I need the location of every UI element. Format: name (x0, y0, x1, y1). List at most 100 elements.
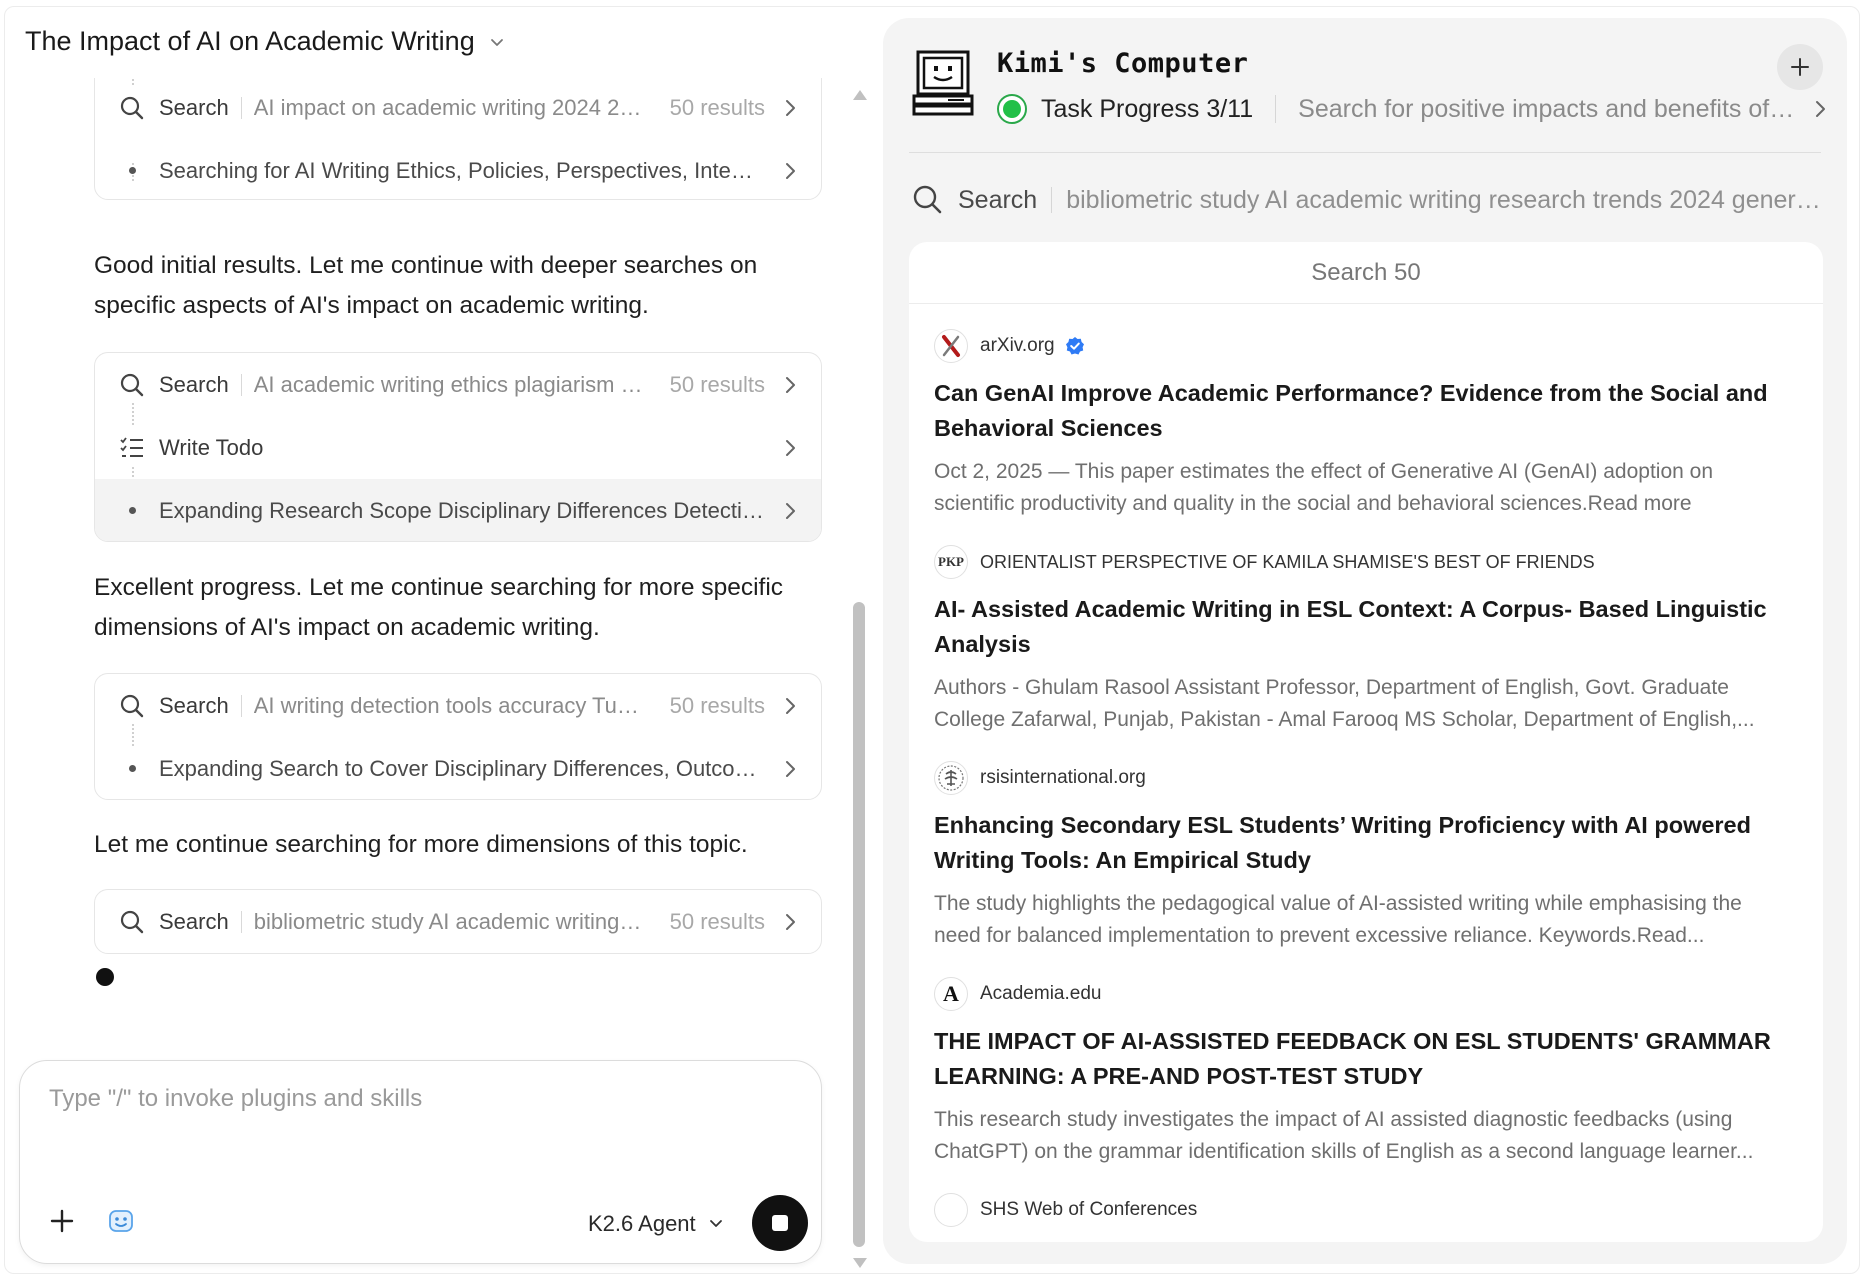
checklist-icon (117, 433, 147, 463)
assistant-message: Good initial results. Let me continue wi… (94, 252, 758, 319)
search-query: bibliometric study AI academic writing r… (253, 908, 646, 934)
search-label: Search (159, 908, 229, 934)
verified-badge-icon (1065, 337, 1084, 355)
result-count: 50 results (669, 908, 765, 934)
search-query: AI impact on academic writing 2024 202..… (253, 94, 646, 120)
chevron-down-icon (490, 38, 503, 46)
conversation-title: The Impact of AI on Academic Writing (25, 26, 475, 56)
plus-icon[interactable] (48, 1207, 76, 1235)
search-result[interactable]: A Academia.edu THE IMPACT OF AI-ASSISTED… (934, 976, 1794, 1168)
plus-icon (1791, 58, 1809, 76)
search-icon (117, 93, 147, 123)
model-name: K2.6 Agent (588, 1211, 696, 1236)
search-call-row[interactable]: Search AI academic writing ethics plagia… (95, 353, 821, 416)
new-window-button[interactable] (1777, 44, 1823, 90)
search-result[interactable]: arXiv.org Can GenAI Improve Academic Per… (934, 328, 1794, 520)
result-source: SHS Web of Conferences (980, 1199, 1198, 1220)
model-selector[interactable]: K2.6 Agent (588, 1211, 724, 1237)
chevron-right-icon (786, 913, 795, 930)
result-count: 50 results (669, 371, 765, 397)
chevron-down-icon (709, 1220, 722, 1227)
search-label: Search (159, 371, 229, 397)
step-row[interactable]: Expanding Search to Cover Disciplinary D… (95, 737, 821, 799)
status-dot-icon (997, 94, 1027, 124)
scroll-down-arrow[interactable] (853, 1258, 867, 1268)
search-query: AI writing detection tools accuracy Turn… (253, 692, 646, 718)
thinking-indicator (96, 968, 114, 986)
search-icon (117, 907, 147, 937)
result-snippet: Oct 2, 2025 — This paper estimates the e… (934, 460, 1713, 515)
search-result[interactable]: SHS Web of Conferences (934, 1192, 1794, 1228)
result-title[interactable]: Enhancing Secondary ESL Students’ Writin… (934, 808, 1794, 878)
assistant-message: Excellent progress. Let me continue sear… (94, 574, 784, 641)
tool-call-card: Search AI academic writing ethics plagia… (94, 352, 822, 542)
result-count: 50 results (669, 94, 765, 120)
search-icon (913, 185, 942, 214)
result-title[interactable]: AI- Assisted Academic Writing in ESL Con… (934, 592, 1794, 662)
result-title[interactable]: Can GenAI Improve Academic Performance? … (934, 376, 1794, 446)
blank-favicon-icon (934, 1193, 968, 1227)
chevron-right-icon (786, 760, 795, 777)
task-progress-label: Task Progress 3/11 (1041, 94, 1254, 123)
pkp-icon: PKP (934, 545, 968, 579)
chevron-right-icon (786, 439, 795, 456)
search-label: Search (159, 94, 229, 120)
result-snippet: Authors - Ghulam Rasool Assistant Profes… (934, 676, 1755, 731)
result-source: rsisinternational.org (980, 767, 1146, 788)
retro-computer-icon (912, 50, 974, 116)
step-row[interactable]: Searching for AI Writing Ethics, Policie… (95, 139, 821, 199)
result-source: ORIENTALIST PERSPECTIVE OF KAMILA SHAMIS… (980, 551, 1595, 572)
result-count: 50 results (669, 692, 765, 718)
bullet-dot-icon (128, 167, 136, 174)
arxiv-icon (934, 329, 968, 363)
panel-title: Kimi's Computer (997, 48, 1249, 79)
chat-scroll-area[interactable]: Search AI impact on academic writing 202… (0, 78, 850, 1058)
divider (240, 694, 242, 717)
write-todo-row[interactable]: Write Todo (95, 416, 821, 479)
divider (240, 96, 242, 119)
rsis-emblem-icon (934, 761, 968, 795)
search-label: Search (958, 185, 1038, 214)
step-description: Expanding Research Scope Disciplinary Di… (159, 497, 765, 523)
search-result[interactable]: PKP ORIENTALIST PERSPECTIVE OF KAMILA SH… (934, 544, 1794, 736)
step-row[interactable]: Expanding Research Scope Disciplinary Di… (95, 479, 821, 541)
chevron-right-icon (786, 502, 795, 519)
bullet-dot-icon (128, 507, 136, 514)
message-composer[interactable]: Type "/" to invoke plugins and skills K2… (19, 1060, 822, 1264)
task-progress-bar[interactable]: Task Progress 3/11 Search for positive i… (997, 94, 1827, 124)
search-query-bar: Search bibliometric study AI academic wr… (912, 184, 1822, 216)
conversation-title-dropdown[interactable]: The Impact of AI on Academic Writing (25, 26, 505, 57)
search-label: Search (159, 692, 229, 718)
divider (1275, 95, 1277, 123)
result-source: arXiv.org (980, 335, 1055, 356)
result-source: Academia.edu (980, 983, 1102, 1004)
search-result[interactable]: rsisinternational.org Enhancing Secondar… (934, 760, 1794, 952)
search-query: bibliometric study AI academic writing r… (1066, 185, 1822, 214)
stop-icon (772, 1215, 788, 1231)
tool-call-card: Search bibliometric study AI academic wr… (94, 889, 822, 954)
divider (240, 373, 242, 396)
scrollbar-thumb[interactable] (853, 602, 865, 1247)
chevron-right-icon (786, 376, 795, 393)
stop-button[interactable] (752, 1195, 808, 1251)
current-step: Search for positive impacts and benefits… (1298, 94, 1799, 123)
chevron-right-icon (1816, 101, 1825, 117)
search-call-row[interactable]: Search AI impact on academic writing 202… (95, 78, 821, 139)
composer-input[interactable]: Type "/" to invoke plugins and skills (49, 1085, 422, 1113)
result-snippet: The study highlights the pedagogical val… (934, 892, 1742, 947)
divider (240, 910, 242, 933)
divider (1051, 187, 1053, 213)
search-call-row[interactable]: Search AI writing detection tools accura… (95, 674, 821, 737)
result-snippet: This research study investigates the imp… (934, 1108, 1754, 1163)
search-call-row[interactable]: Search bibliometric study AI academic wr… (95, 890, 821, 953)
skills-icon[interactable] (107, 1207, 135, 1235)
step-description: Searching for AI Writing Ethics, Policie… (159, 157, 765, 183)
search-icon (117, 691, 147, 721)
tool-call-card: Search AI writing detection tools accura… (94, 673, 822, 800)
result-title[interactable]: THE IMPACT OF AI-ASSISTED FEEDBACK ON ES… (934, 1024, 1794, 1094)
chevron-right-icon (786, 697, 795, 714)
search-results-list[interactable]: Search 50 arXiv.org Can GenAI Improve Ac… (909, 242, 1823, 1242)
chevron-right-icon (786, 162, 795, 179)
assistant-message: Let me continue searching for more dimen… (94, 831, 748, 858)
scroll-up-arrow[interactable] (853, 90, 867, 100)
